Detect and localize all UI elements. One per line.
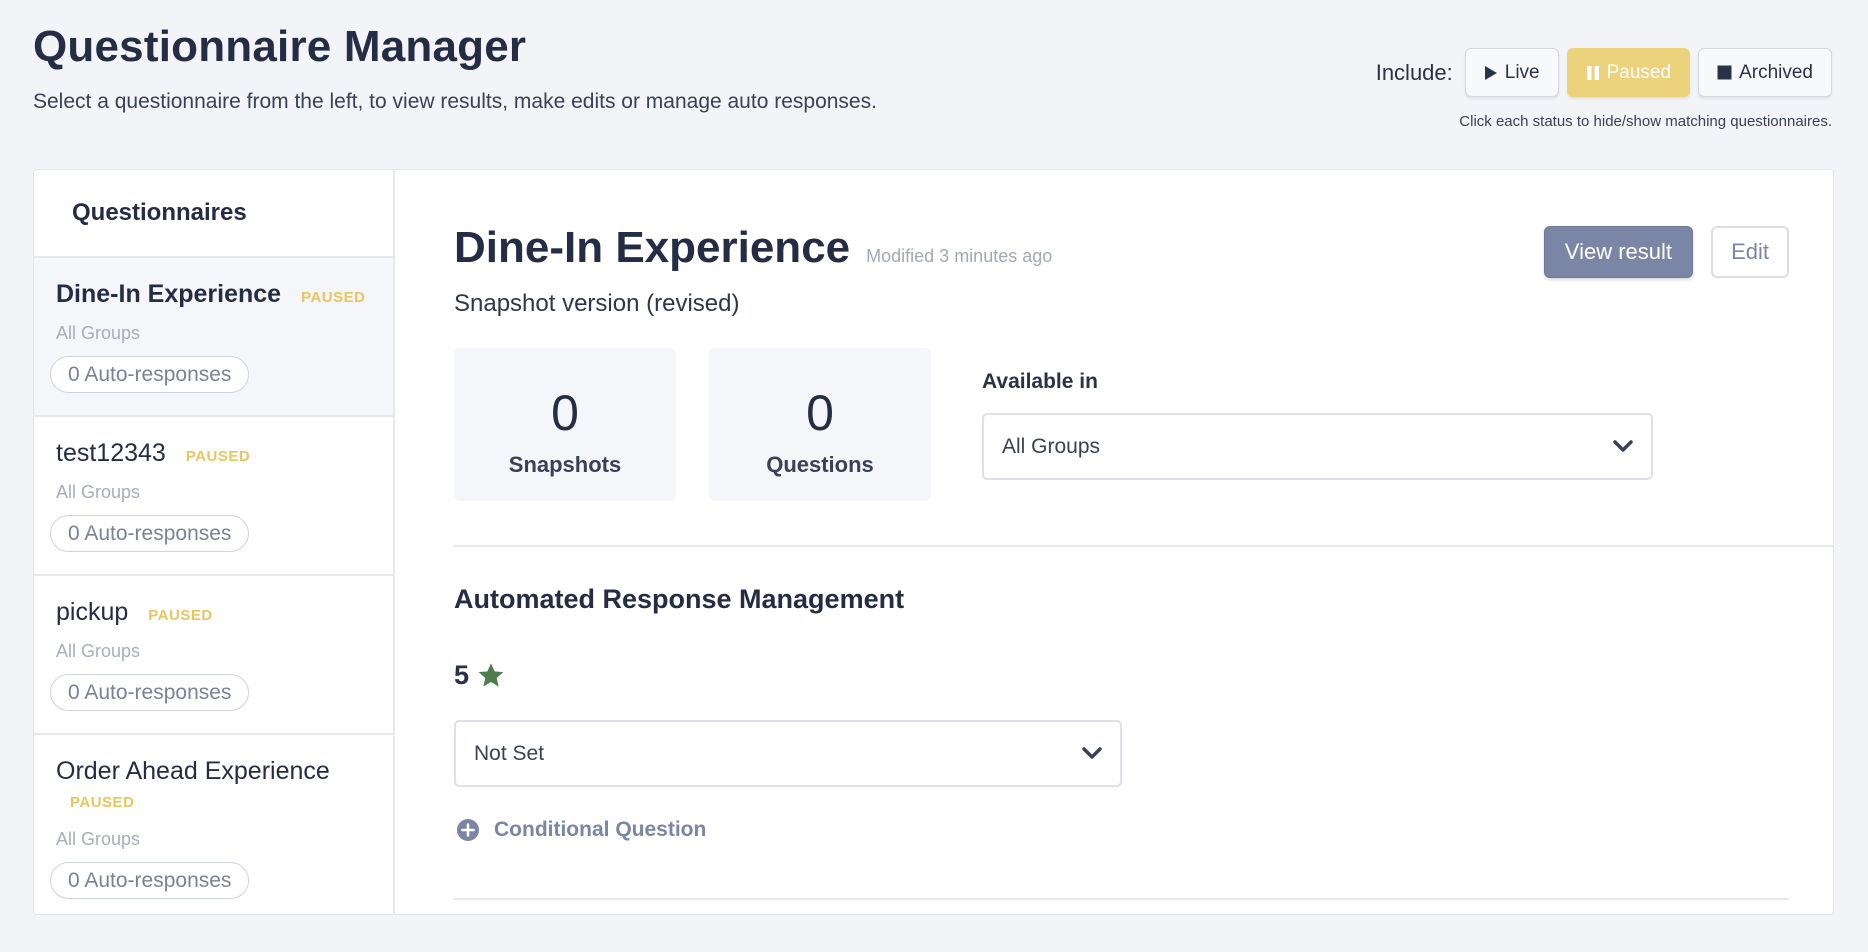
snapshots-count: 0 [551,385,579,441]
chevron-down-icon [1082,747,1102,759]
questionnaire-name: test12343 [56,439,166,467]
rating-level: 5 [454,660,505,691]
questions-label: Questions [766,452,874,477]
sidebar-title: Questionnaires [34,170,393,258]
questionnaire-name: Dine-In Experience [56,280,282,308]
questionnaire-item[interactable]: Order Ahead Experience PAUSED All Groups… [34,735,393,914]
status-badge: PAUSED [301,289,366,306]
questionnaire-groups: All Groups [56,641,141,661]
questions-count: 0 [806,385,834,441]
view-result-button[interactable]: View result [1543,226,1693,278]
modified-timestamp: Modified 3 minutes ago [866,246,1053,266]
questionnaire-panel: Questionnaires Dine-In Experience PAUSED… [33,169,1834,915]
auto-responses-pill[interactable]: 0 Auto-responses [50,515,250,552]
automated-response-title: Automated Response Management [454,584,905,614]
snapshot-version: Snapshot version (revised) [454,290,740,317]
available-in-label: Available in [982,370,1098,393]
section-divider [454,898,1789,900]
filter-paused-label: Paused [1606,61,1672,83]
play-icon [1484,65,1497,80]
detail-title: Dine-In Experience [454,223,851,272]
questionnaire-groups: All Groups [56,323,141,343]
auto-responses-pill[interactable]: 0 Auto-responses [50,674,250,711]
chevron-down-icon [1613,440,1633,452]
page-title: Questionnaire Manager [33,22,527,71]
questionnaire-groups: All Groups [56,829,141,849]
questionnaire-sidebar: Questionnaires Dine-In Experience PAUSED… [34,170,395,914]
available-in-select[interactable]: All Groups [982,413,1653,480]
filter-archived-label: Archived [1739,61,1813,83]
questionnaire-name: Order Ahead Experience [56,757,330,785]
status-filter: Include: Live Paused Archived Click each… [1376,48,1832,130]
filter-live-label: Live [1504,61,1540,83]
include-label: Include: [1375,59,1453,85]
filter-paused-button[interactable]: Paused [1566,48,1691,97]
add-conditional-question-button[interactable]: Conditional Question [456,818,706,842]
auto-responses-pill[interactable]: 0 Auto-responses [50,862,250,899]
auto-response-value: Not Set [474,741,545,765]
filter-archived-button[interactable]: Archived [1698,48,1832,97]
pause-icon [1586,65,1599,80]
star-icon [478,663,504,687]
page-subtitle: Select a questionnaire from the left, to… [33,90,877,113]
questionnaire-item[interactable]: Dine-In Experience PAUSED All Groups 0 A… [34,258,393,417]
conditional-question-label: Conditional Question [494,818,707,841]
available-in-value: All Groups [1002,434,1101,458]
questionnaire-item[interactable]: pickup PAUSED All Groups 0 Auto-response… [34,576,393,735]
questionnaire-item[interactable]: test12343 PAUSED All Groups 0 Auto-respo… [34,417,393,576]
status-badge: PAUSED [185,448,251,465]
snapshots-label: Snapshots [508,452,622,477]
status-badge: PAUSED [148,607,213,624]
page-header: Questionnaire Manager Select a questionn… [33,22,877,114]
questionnaire-detail: Dine-In Experience Modified 3 minutes ag… [454,170,1833,914]
edit-button[interactable]: Edit [1711,226,1789,278]
plus-circle-icon [457,819,479,841]
rating-value: 5 [454,660,470,690]
auto-response-select[interactable]: Not Set [454,720,1122,787]
filter-hint: Click each status to hide/show matching … [1459,113,1832,130]
snapshots-stat: 0 Snapshots [454,348,676,501]
questionnaire-groups: All Groups [56,482,141,502]
questions-stat: 0 Questions [709,348,931,501]
auto-responses-pill[interactable]: 0 Auto-responses [50,356,250,393]
stop-icon [1717,65,1732,80]
questionnaire-name: pickup [56,598,129,626]
filter-live-button[interactable]: Live [1464,48,1559,97]
status-badge: PAUSED [70,794,135,811]
section-divider [454,545,1833,547]
